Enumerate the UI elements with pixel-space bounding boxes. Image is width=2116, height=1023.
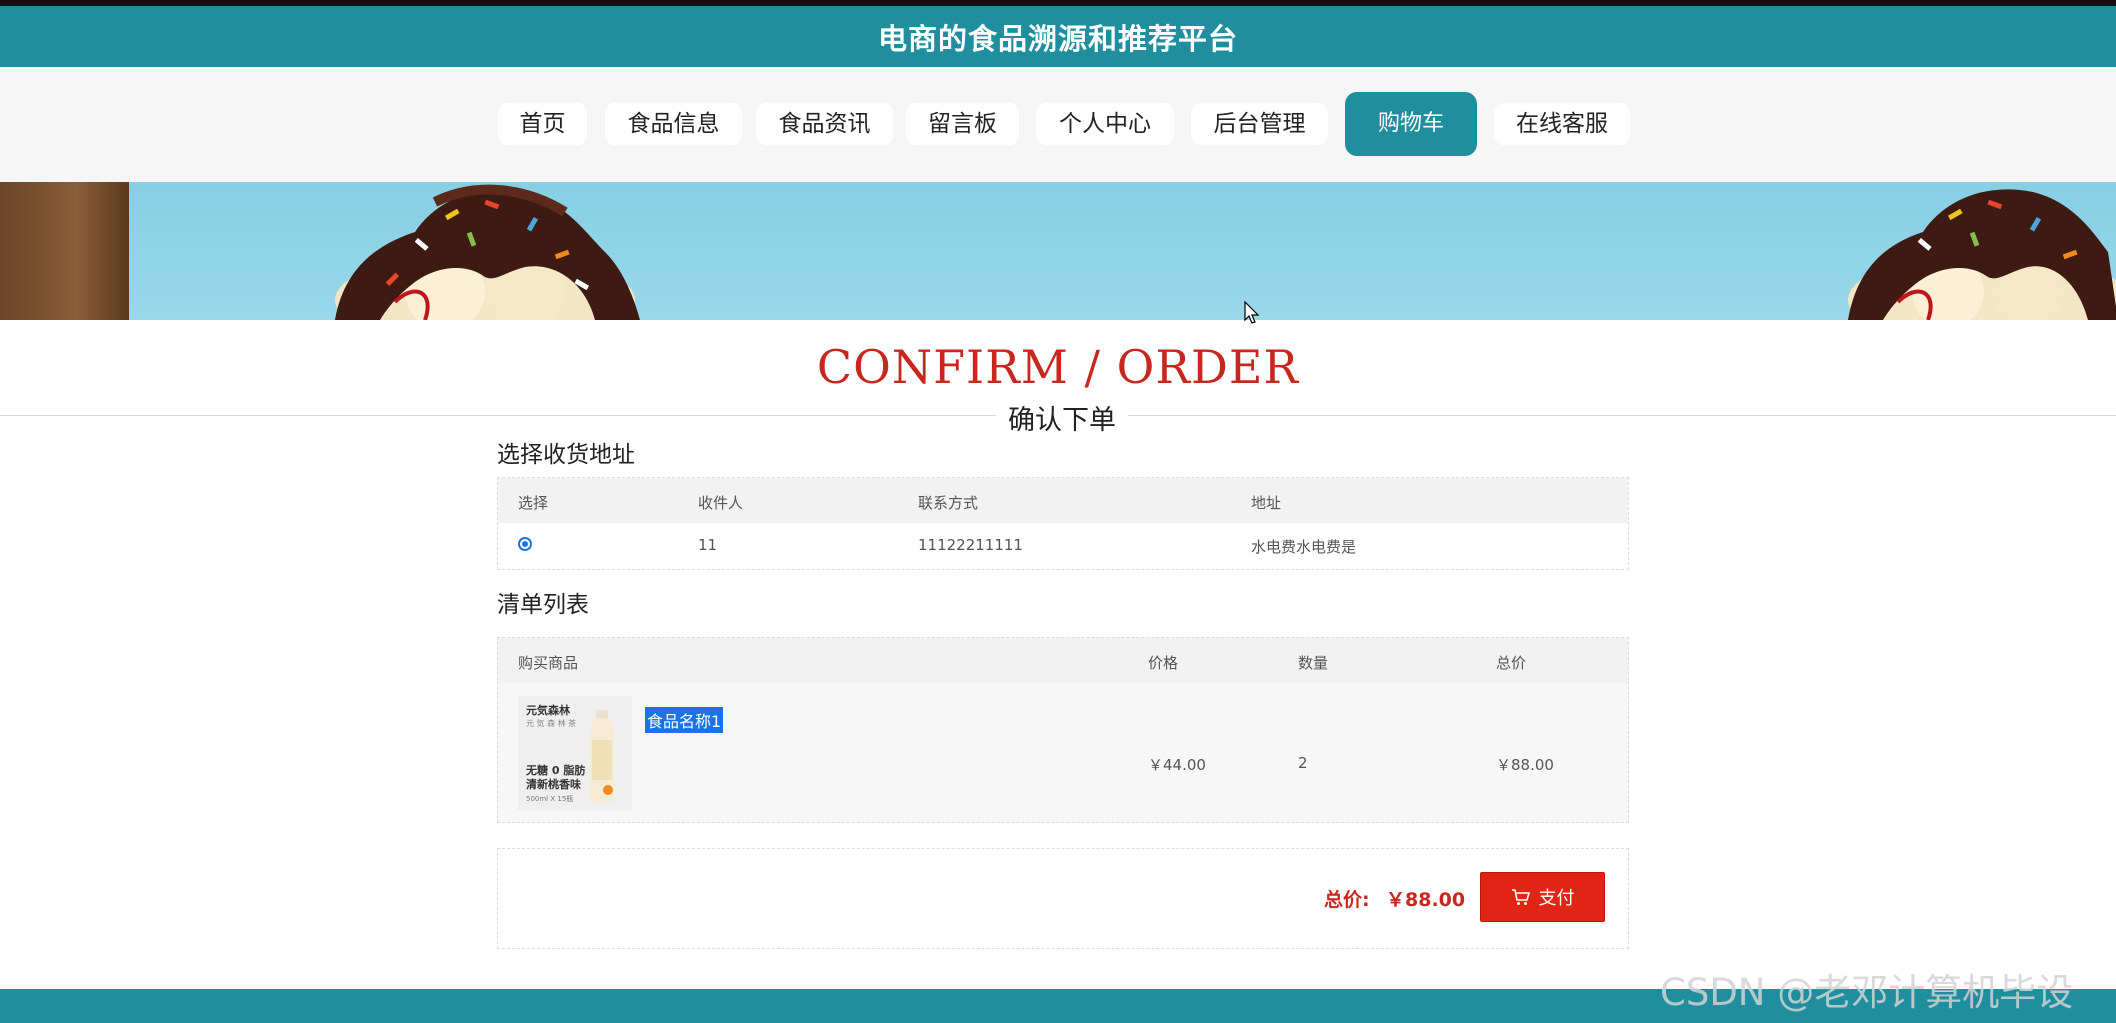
cart-icon <box>1511 889 1530 905</box>
order-summary: 总价: ￥88.00 支付 <box>497 848 1629 949</box>
header-quantity: 数量 <box>1298 654 1329 672</box>
nav-item-message-board[interactable]: 留言板 <box>906 103 1019 145</box>
product-image-sub: 元 気 森 林 茶 <box>526 719 577 728</box>
site-header: 电商的食品溯源和推荐平台 <box>0 0 2116 67</box>
nav-item-home[interactable]: 首页 <box>498 103 587 145</box>
address-recipient: 11 <box>698 536 718 554</box>
pay-button[interactable]: 支付 <box>1480 872 1605 922</box>
address-text: 水电费水电费是 <box>1251 538 1357 556</box>
header-select: 选择 <box>518 494 549 512</box>
header-phone: 联系方式 <box>918 494 979 512</box>
header-address: 地址 <box>1251 494 1282 512</box>
header-price: 价格 <box>1148 654 1179 672</box>
header-product: 购买商品 <box>518 654 579 672</box>
nav-item-food-info[interactable]: 食品信息 <box>605 103 742 145</box>
product-name[interactable]: 食品名称1 <box>645 707 724 733</box>
product-image-line2: 清新桃香味 <box>526 778 581 791</box>
banner-image <box>0 182 2116 320</box>
product-image-line3: 500ml X 15瓶 <box>526 795 574 803</box>
cart-table-header: 购买商品 价格 数量 总价 <box>498 638 1628 683</box>
nav-item-cart[interactable]: 购物车 <box>1345 92 1477 156</box>
main-nav: 首页 食品信息 食品资讯 留言板 个人中心 后台管理 购物车 在线客服 <box>0 67 2116 182</box>
bottle-icon <box>590 710 614 802</box>
banner-cake-right <box>1848 189 2116 320</box>
total-value: ￥88.00 <box>1386 889 1466 911</box>
mouse-cursor-icon <box>1244 301 1260 324</box>
banner-cake-left <box>335 184 640 320</box>
product-image-brand: 元気森林 <box>526 704 570 717</box>
page-heading-en: CONFIRM / ORDER <box>816 340 1300 394</box>
nav-item-food-news[interactable]: 食品资讯 <box>756 103 893 145</box>
watermark: CSDN @老邓计算机毕设 <box>1660 971 2074 1014</box>
product-price: ￥44.00 <box>1148 756 1206 774</box>
address-section-title: 选择收货地址 <box>497 442 635 468</box>
product-image[interactable]: 元気森林 元 気 森 林 茶 无糖 0 脂肪 清新桃香味 500ml X 15瓶 <box>518 696 632 810</box>
address-phone: 11122211111 <box>918 536 1023 554</box>
header-total: 总价 <box>1496 654 1527 672</box>
address-table-header: 选择 收件人 联系方式 地址 <box>498 478 1628 523</box>
pay-button-label: 支付 <box>1538 888 1575 909</box>
page-heading-cn: 确认下单 <box>996 398 1128 437</box>
address-table: 选择 收件人 联系方式 地址 11 11122211111 水电费水电费是 <box>497 477 1629 570</box>
site-title: 电商的食品溯源和推荐平台 <box>877 21 1238 56</box>
product-quantity: 2 <box>1298 754 1308 772</box>
cart-section-title: 清单列表 <box>497 592 589 618</box>
nav-item-personal-center[interactable]: 个人中心 <box>1036 103 1174 145</box>
product-total: ￥88.00 <box>1496 756 1554 774</box>
nav-item-admin[interactable]: 后台管理 <box>1191 103 1328 145</box>
address-radio[interactable] <box>518 537 532 551</box>
nav-item-customer-service[interactable]: 在线客服 <box>1494 103 1630 145</box>
total-label: 总价: <box>1324 889 1370 911</box>
header-recipient: 收件人 <box>698 494 744 512</box>
cart-table: 购买商品 价格 数量 总价 元気森林 元 気 森 林 茶 无糖 0 脂肪 清新桃… <box>497 637 1629 823</box>
banner-wood-strip <box>0 182 129 320</box>
